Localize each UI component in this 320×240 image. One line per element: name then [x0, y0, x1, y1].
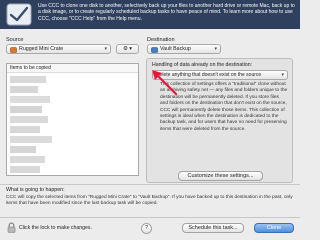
list-item[interactable]	[10, 156, 45, 163]
info-banner: Use CCC to clone one disk to another, se…	[0, 0, 300, 29]
customize-settings-button[interactable]: Customize these settings...	[178, 171, 263, 181]
drive-icon	[10, 46, 17, 53]
chevron-down-icon: ▾	[104, 46, 107, 52]
items-list[interactable]: Items to be copied	[6, 63, 139, 176]
section-divider	[0, 184, 300, 185]
lock-icon[interactable]	[7, 222, 16, 233]
destination-label: Destination	[147, 37, 175, 43]
list-header: Items to be copied	[7, 64, 138, 73]
list-item[interactable]	[10, 96, 50, 103]
chevron-down-icon: ▾	[281, 72, 284, 78]
list-item[interactable]	[10, 146, 36, 153]
annotation-arrow-icon	[152, 70, 178, 96]
list-item[interactable]	[10, 76, 46, 83]
destination-popup[interactable]: Vault Backup ▾	[147, 44, 221, 54]
schedule-task-button[interactable]: Schedule this task...	[182, 223, 244, 233]
clone-button[interactable]: Clone	[254, 223, 294, 233]
destination-selected: Vault Backup	[160, 46, 191, 52]
summary-text: CCC will copy the selected items from "R…	[6, 195, 293, 207]
list-item[interactable]	[10, 106, 42, 113]
chevron-down-icon: ▾	[129, 46, 132, 52]
gear-icon: ⚙	[123, 46, 128, 52]
drive-icon	[151, 46, 158, 53]
list-item[interactable]	[10, 86, 38, 93]
source-selected: Rugged Mini Crate	[19, 46, 64, 52]
source-label: Source	[6, 37, 24, 43]
source-gear-menu[interactable]: ⚙ ▾	[116, 44, 139, 54]
list-item[interactable]	[10, 116, 48, 123]
help-button[interactable]: ?	[141, 223, 152, 234]
list-item[interactable]	[10, 126, 40, 133]
summary-label: What is going to happen:	[6, 187, 65, 193]
banner-text: Use CCC to clone one disk to another, se…	[38, 3, 295, 22]
source-popup[interactable]: Rugged Mini Crate ▾	[6, 44, 111, 54]
ccc-logo-icon	[6, 3, 32, 26]
footer-divider	[0, 217, 300, 218]
list-item[interactable]	[10, 136, 52, 143]
chevron-down-icon: ▾	[214, 46, 217, 52]
list-item[interactable]	[10, 166, 40, 173]
lock-label: Click the lock to make changes.	[19, 225, 92, 231]
